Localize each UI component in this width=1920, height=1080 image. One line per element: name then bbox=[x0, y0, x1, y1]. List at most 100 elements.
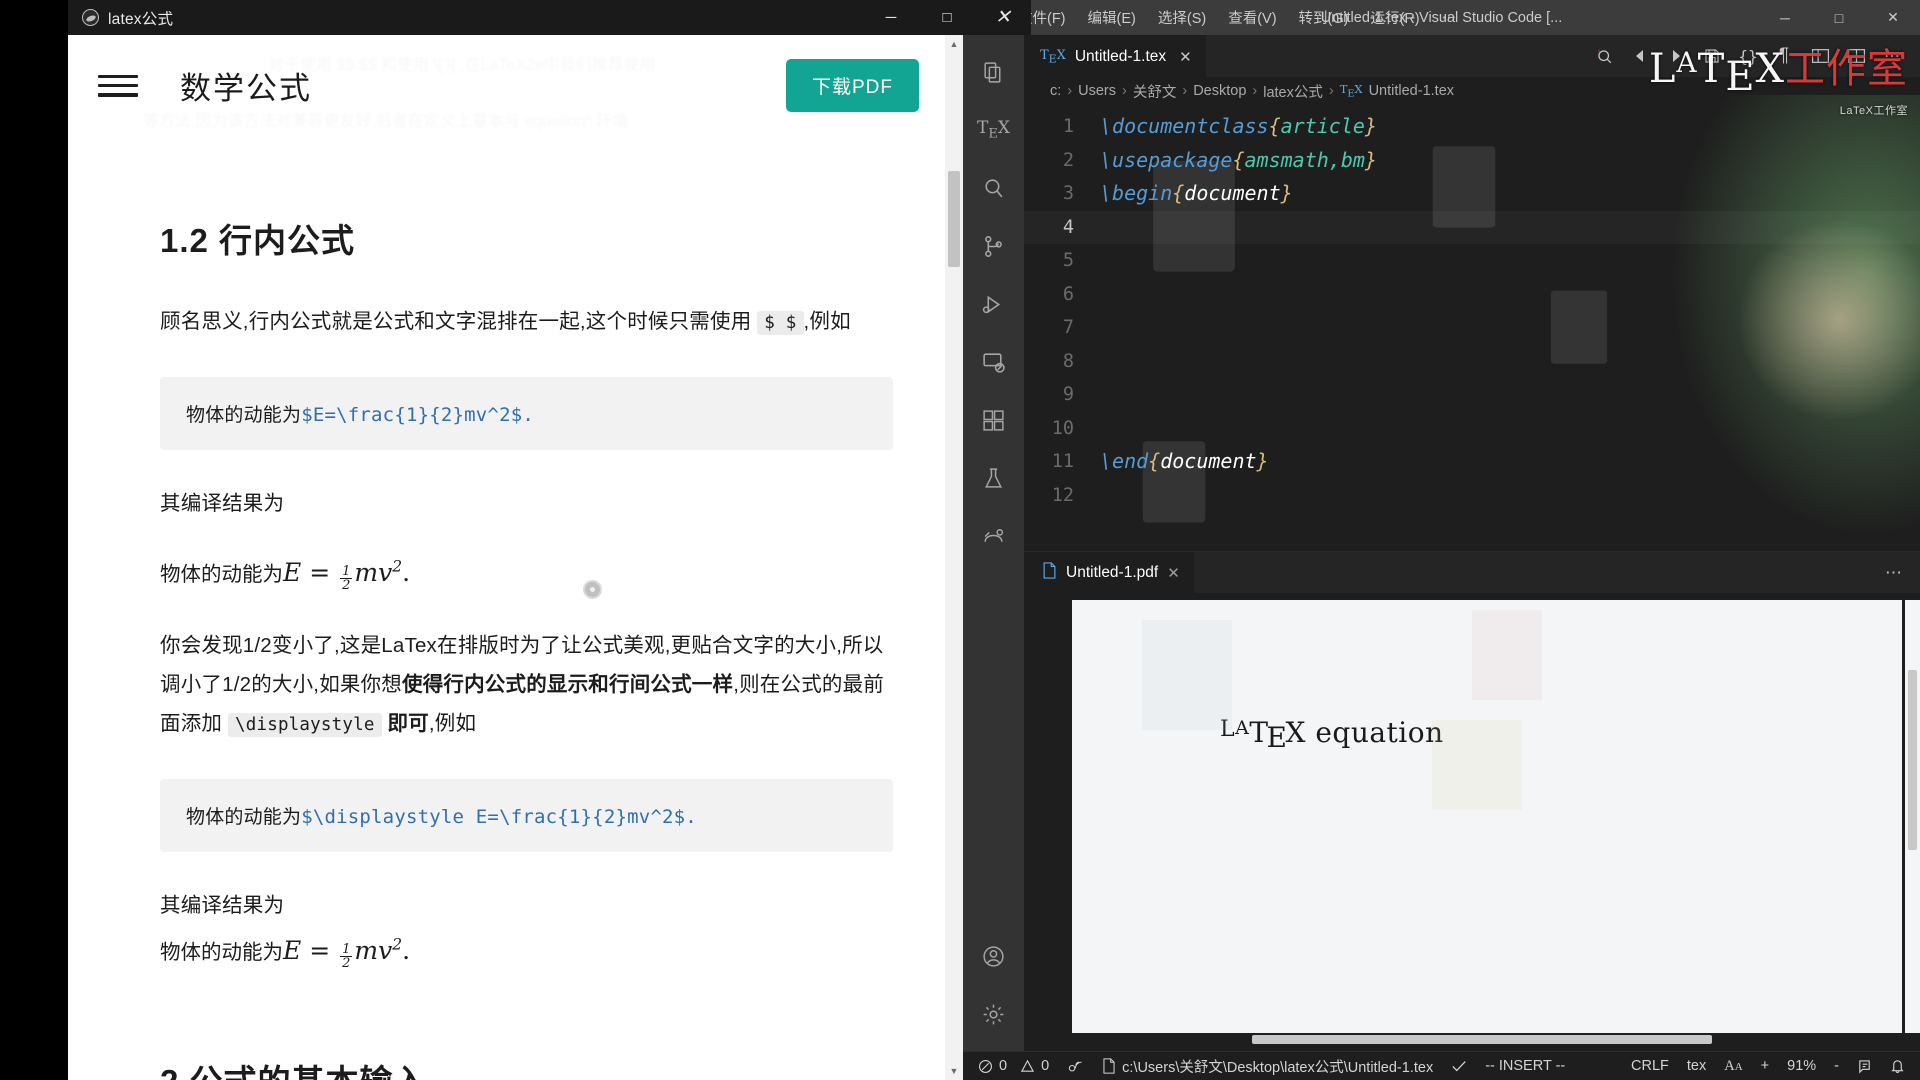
pilcrow-icon[interactable]: ¶ bbox=[1766, 35, 1802, 77]
breadcrumb-item-user[interactable]: 关舒文 bbox=[1133, 81, 1177, 102]
status-vim-mode[interactable]: -- INSERT -- bbox=[1476, 1052, 1574, 1080]
paragraph-result-label-1: 其编译结果为 bbox=[160, 492, 285, 515]
editor-area: TEX Untitled-1.tex ✕ ! {} ¶ ⋯ c: › Users… bbox=[1024, 35, 1920, 1051]
vscode-close-button[interactable]: ✕ bbox=[1866, 0, 1920, 35]
status-check[interactable] bbox=[1442, 1052, 1476, 1080]
code-line[interactable]: 9 bbox=[1024, 378, 1920, 412]
settings-gear-icon[interactable] bbox=[963, 985, 1024, 1043]
line-number: 1 bbox=[1062, 116, 1074, 137]
close-icon[interactable]: ✕ bbox=[1167, 564, 1180, 582]
source-control-icon[interactable] bbox=[963, 217, 1024, 275]
status-notifications-icon[interactable] bbox=[1881, 1052, 1914, 1080]
status-feedback-icon[interactable] bbox=[1848, 1052, 1881, 1080]
pdf-scroll-thumb[interactable] bbox=[1908, 670, 1917, 850]
breadcrumb-item-users[interactable]: Users bbox=[1078, 83, 1116, 99]
run-and-debug-icon[interactable] bbox=[963, 275, 1024, 333]
scroll-up-arrow[interactable]: ▲ bbox=[945, 35, 963, 53]
braces-icon[interactable]: {} bbox=[1730, 35, 1766, 77]
pdf-vertical-scrollbar[interactable] bbox=[1905, 600, 1920, 1033]
download-pdf-button[interactable]: 下载PDF bbox=[785, 59, 919, 112]
vscode-maximize-button[interactable]: □ bbox=[1812, 0, 1866, 35]
code-line[interactable]: 5 bbox=[1024, 244, 1920, 278]
inline-code-displaystyle: \displaystyle bbox=[228, 713, 382, 738]
split-editor-icon[interactable] bbox=[1838, 35, 1874, 77]
line-number: 12 bbox=[1051, 484, 1074, 506]
browser-scrollbar[interactable]: ▲ ▼ bbox=[945, 35, 963, 1080]
latex-workshop-icon[interactable]: TEX bbox=[963, 101, 1024, 159]
document-content: 1.2 行内公式 顾名思义,行内公式就是公式和文字混排在一起,这个时候只需使用 … bbox=[68, 154, 945, 1080]
pdf-page-text: LATEX equation bbox=[1220, 716, 1444, 754]
menu-view[interactable]: 查看(V) bbox=[1217, 0, 1287, 35]
code-line[interactable]: 10 bbox=[1024, 412, 1920, 446]
pdf-tabbar: Untitled-1.pdf ✕ ⋯ bbox=[1024, 552, 1920, 593]
browser-minimize-button[interactable]: ─ bbox=[863, 0, 919, 35]
status-zoom-in-button[interactable]: + bbox=[1752, 1052, 1778, 1080]
layout-icon[interactable] bbox=[1802, 35, 1838, 77]
breadcrumb-item-file[interactable]: Untitled-1.tex bbox=[1369, 83, 1454, 99]
pdf-more-actions-icon[interactable]: ⋯ bbox=[1885, 563, 1920, 583]
feedback-icon bbox=[1859, 1059, 1870, 1073]
breadcrumb-item-drive[interactable]: c: bbox=[1050, 83, 1061, 99]
menu-go[interactable]: 转到(G) bbox=[1288, 0, 1360, 35]
code-line[interactable]: 4 bbox=[1024, 211, 1920, 245]
menu-more[interactable]: ⋯ bbox=[1431, 0, 1468, 35]
explorer-icon[interactable] bbox=[963, 43, 1024, 101]
formula1-period: . bbox=[402, 558, 411, 587]
pdf-file-icon bbox=[1042, 562, 1057, 583]
code-line[interactable]: 12 bbox=[1024, 479, 1920, 513]
tab-untitled-tex[interactable]: TEX Untitled-1.tex ✕ bbox=[1024, 35, 1206, 77]
save-icon[interactable] bbox=[1694, 35, 1730, 77]
status-font-size-icon[interactable]: AA bbox=[1715, 1052, 1751, 1080]
formula2-fraction: 12 bbox=[340, 943, 353, 971]
para3-bold-1: 使得行内公式的显示和行间公式一样 bbox=[402, 673, 734, 697]
tab-untitled-pdf[interactable]: Untitled-1.pdf ✕ bbox=[1024, 552, 1194, 593]
scrollbar-thumb[interactable] bbox=[948, 171, 960, 267]
para1-text-a: 顾名思义,行内公式就是公式和文字混排在一起,这个时候只需使用 bbox=[160, 310, 758, 333]
status-file-path[interactable]: c:\Users\关舒文\Desktop\latex公式\Untitled-1.… bbox=[1093, 1052, 1442, 1080]
code-editor[interactable]: 1 \documentclass{article} 2 \usepackage{ams… bbox=[1024, 105, 1920, 512]
status-latex-build[interactable] bbox=[1058, 1052, 1093, 1080]
breadcrumb-item-folder[interactable]: latex公式 bbox=[1263, 81, 1323, 102]
code-line[interactable]: 7 bbox=[1024, 311, 1920, 345]
breadcrumb-item-desktop[interactable]: Desktop bbox=[1193, 83, 1246, 99]
code-line[interactable]: 3 \begin{document} bbox=[1024, 177, 1920, 211]
back-arrow-icon[interactable] bbox=[1622, 35, 1658, 77]
code-line[interactable]: 6 bbox=[1024, 278, 1920, 312]
code-line[interactable]: 2 \usepackage{amsmath,bm} bbox=[1024, 144, 1920, 178]
code1-prefix: 物体的动能为 bbox=[186, 404, 302, 426]
extensions-icon[interactable] bbox=[963, 391, 1024, 449]
heading-1-2: 1.2 行内公式 bbox=[160, 222, 356, 259]
accounts-icon[interactable] bbox=[963, 927, 1024, 985]
formula1-exponent: 2 bbox=[392, 557, 403, 576]
formula1-E: E bbox=[283, 558, 302, 587]
check-icon bbox=[1452, 1061, 1466, 1072]
line-number: 6 bbox=[1062, 283, 1074, 305]
testing-icon[interactable] bbox=[963, 449, 1024, 507]
pdf-horizontal-scrollbar[interactable] bbox=[1072, 1035, 1902, 1048]
code-line[interactable]: 11 \end{document} bbox=[1024, 445, 1920, 479]
pdf-hscroll-thumb[interactable] bbox=[1252, 1035, 1712, 1044]
status-language[interactable]: tex bbox=[1678, 1052, 1715, 1080]
scroll-down-arrow[interactable]: ▼ bbox=[945, 1062, 963, 1080]
forward-arrow-icon[interactable] bbox=[1658, 35, 1694, 77]
status-zoom-level[interactable]: 91% bbox=[1778, 1052, 1825, 1080]
vscode-minimize-button[interactable]: ─ bbox=[1758, 0, 1812, 35]
remote-explorer-icon[interactable] bbox=[963, 333, 1024, 391]
search-icon[interactable] bbox=[963, 159, 1024, 217]
status-problems[interactable]: 0 0 bbox=[969, 1052, 1058, 1080]
menu-run[interactable]: 运行(R) bbox=[1359, 0, 1430, 35]
close-icon[interactable]: ✕ bbox=[1179, 48, 1192, 66]
code-line[interactable]: 8 bbox=[1024, 345, 1920, 379]
menu-selection[interactable]: 选择(S) bbox=[1147, 0, 1217, 35]
latex-find-icon[interactable]: ! bbox=[1586, 35, 1622, 77]
para3-text-c: ,例如 bbox=[428, 712, 477, 736]
hamburger-icon[interactable] bbox=[98, 71, 138, 101]
browser-maximize-button[interactable]: □ bbox=[919, 0, 975, 35]
live-share-icon[interactable] bbox=[963, 507, 1024, 565]
code-line[interactable]: 1 \documentclass{article} bbox=[1024, 110, 1920, 144]
browser-close-button[interactable]: ✕ bbox=[975, 0, 1031, 35]
status-eol[interactable]: CRLF bbox=[1622, 1052, 1678, 1080]
menu-edit[interactable]: 编辑(E) bbox=[1077, 0, 1147, 35]
status-zoom-out-button[interactable]: - bbox=[1825, 1052, 1848, 1080]
more-actions-icon[interactable]: ⋯ bbox=[1874, 35, 1910, 77]
